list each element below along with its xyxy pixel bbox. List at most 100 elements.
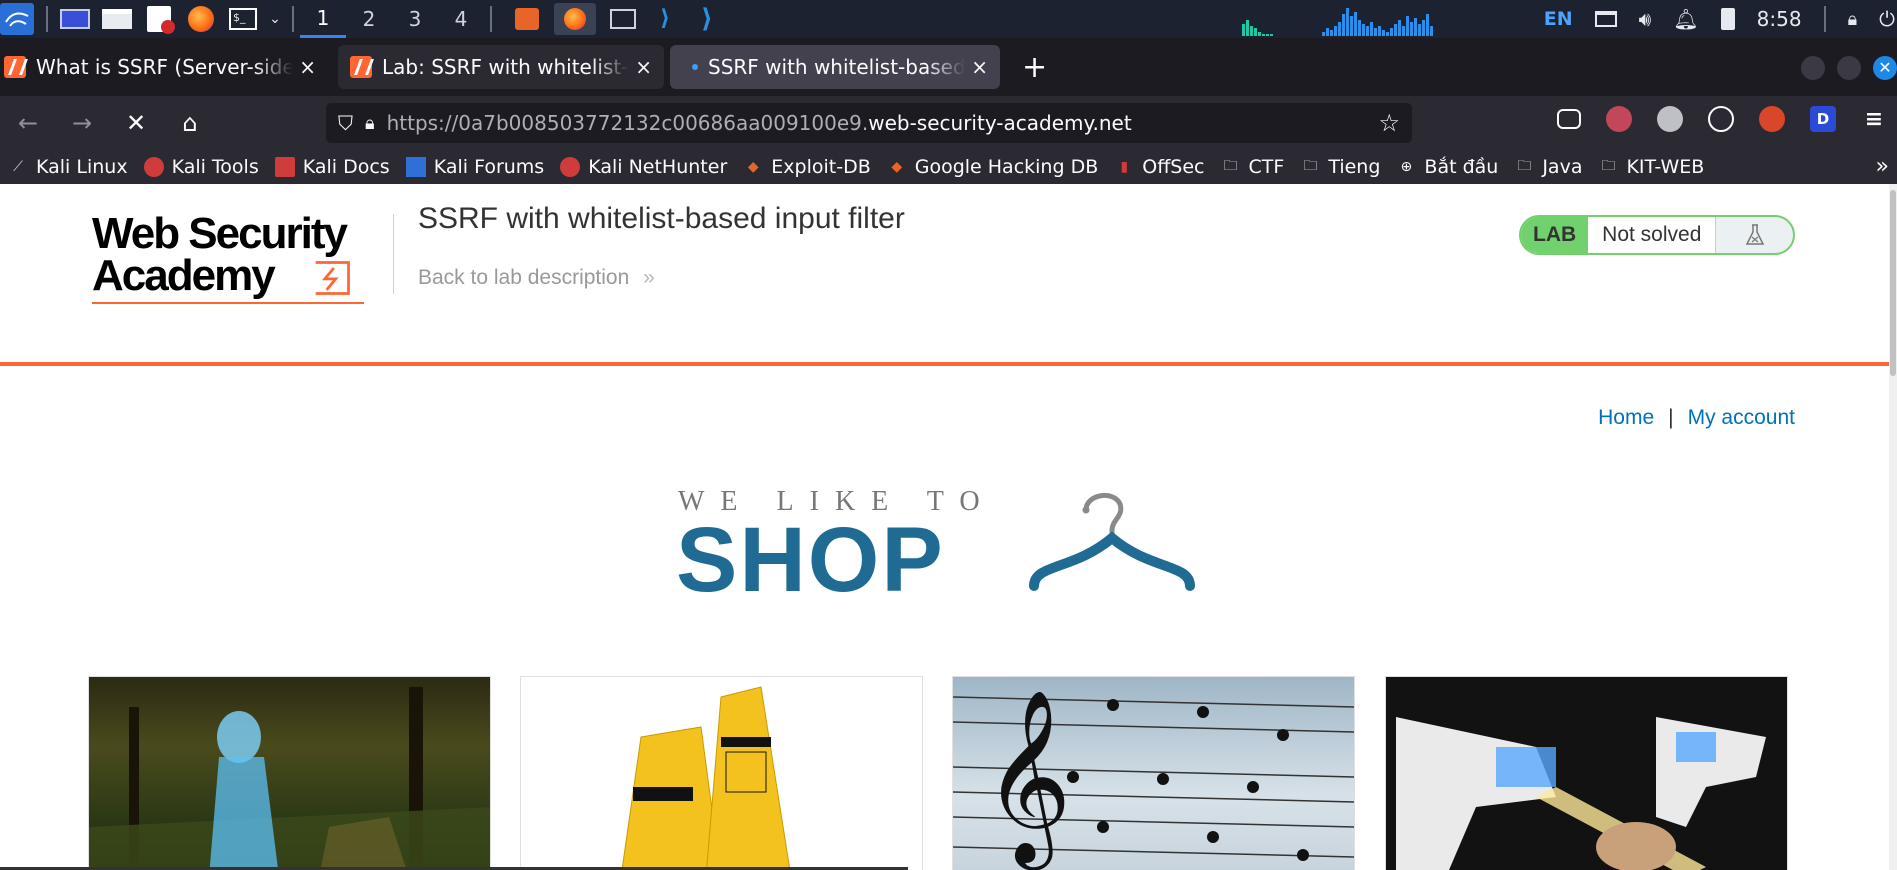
bookmark-star-icon[interactable]: ☆ bbox=[1378, 109, 1400, 137]
extension-red-icon[interactable] bbox=[1759, 106, 1785, 132]
pocket-icon[interactable] bbox=[1557, 109, 1581, 129]
lock-icon[interactable]: 🔒︎ bbox=[1848, 9, 1858, 30]
window-controls: ✕ bbox=[1801, 56, 1897, 80]
bookmark-bat-dau[interactable]: ⊕ Bắt đầu bbox=[1396, 156, 1499, 178]
desktop-icon[interactable] bbox=[60, 6, 90, 32]
maximize-button[interactable] bbox=[1837, 56, 1861, 80]
bookmark-label: Kali NetHunter bbox=[588, 156, 728, 178]
folder-icon: 🗀︎ bbox=[1223, 158, 1238, 174]
keyboard-language[interactable]: EN bbox=[1544, 8, 1573, 30]
minimize-button[interactable] bbox=[1801, 56, 1825, 80]
lock-icon[interactable]: 🔒︎ bbox=[365, 113, 375, 134]
burp-suite-icon[interactable] bbox=[512, 6, 542, 32]
stop-loading-button[interactable]: ✕ bbox=[116, 103, 156, 143]
tab-lab-description[interactable]: Lab: SSRF with whitelist- × bbox=[338, 45, 664, 89]
page-scrollbar[interactable] bbox=[1889, 184, 1897, 870]
workspace-4[interactable]: 4 bbox=[438, 0, 484, 38]
close-tab-icon[interactable]: × bbox=[299, 55, 316, 79]
power-icon[interactable]: ⏻ bbox=[1879, 7, 1895, 31]
bookmark-label: KIT-WEB bbox=[1626, 156, 1705, 178]
bookmark-folder-kit-web[interactable]: 🗀︎ KIT-WEB bbox=[1598, 156, 1704, 178]
new-tab-button[interactable]: + bbox=[1022, 50, 1047, 85]
address-bar[interactable]: ⛉ 🔒︎ https://0a7b008503772132c00686aa009… bbox=[326, 103, 1412, 143]
bookmark-label: Kali Linux bbox=[36, 156, 128, 178]
portswigger-favicon-icon bbox=[350, 56, 372, 78]
close-window-button[interactable]: ✕ bbox=[1873, 56, 1897, 80]
url-prefix: https://0a7b008503772132c00686aa009100e9… bbox=[386, 111, 869, 135]
web-page: Web Security Academy SSRF with whitelist… bbox=[0, 184, 1897, 870]
vscode-icon[interactable]: ⟩ bbox=[650, 6, 680, 32]
back-button[interactable]: ← bbox=[8, 103, 48, 143]
workspace-2[interactable]: 2 bbox=[346, 0, 392, 38]
bookmark-kali-forums[interactable]: Kali Forums bbox=[405, 156, 544, 178]
hanger-icon bbox=[1029, 493, 1195, 591]
bookmark-folder-ctf[interactable]: 🗀︎ CTF bbox=[1221, 156, 1285, 178]
bookmark-kali-linux[interactable]: ⟋ Kali Linux bbox=[8, 156, 128, 178]
battery-icon[interactable] bbox=[1720, 8, 1735, 30]
scrollbar-thumb[interactable] bbox=[1890, 190, 1896, 376]
product-image-hologram[interactable] bbox=[88, 676, 491, 870]
workspace-1[interactable]: 1 bbox=[300, 0, 346, 38]
ghdb-icon: ◆ bbox=[891, 159, 903, 175]
extension-gear-icon[interactable] bbox=[1657, 106, 1683, 132]
bookmark-kali-nethunter[interactable]: Kali NetHunter bbox=[560, 156, 727, 178]
profile-icon[interactable]: D bbox=[1810, 106, 1836, 132]
text-editor-icon[interactable] bbox=[144, 6, 175, 34]
hamburger-menu-icon[interactable]: ≡ bbox=[1861, 106, 1887, 132]
tab-ssrf-article[interactable]: What is SSRF (Server-side × bbox=[0, 45, 328, 89]
bookmark-kali-docs[interactable]: Kali Docs bbox=[274, 156, 390, 178]
music-birds-photo: 𝄞 bbox=[953, 689, 1354, 870]
product-image-caution-signs[interactable] bbox=[520, 676, 923, 870]
bookmark-offsec[interactable]: ▮ OffSec bbox=[1114, 156, 1204, 178]
file-manager-icon[interactable] bbox=[102, 6, 132, 32]
product-image-laser-guns[interactable] bbox=[1385, 676, 1788, 870]
close-tab-icon[interactable]: × bbox=[971, 55, 988, 79]
laser-guns-photo bbox=[1396, 717, 1766, 870]
link-separator: | bbox=[1668, 406, 1674, 429]
home-button[interactable]: ⌂ bbox=[170, 103, 210, 143]
lab-title: SSRF with whitelist-based input filter bbox=[418, 202, 905, 235]
tab-lab-active[interactable]: SSRF with whitelist-based × bbox=[670, 45, 1000, 89]
close-tab-icon[interactable]: × bbox=[635, 55, 652, 79]
logo-bolt-icon bbox=[315, 261, 350, 295]
firefox-icon[interactable] bbox=[186, 6, 216, 32]
svg-text:𝄞: 𝄞 bbox=[983, 689, 1072, 870]
clock[interactable]: 8:58 bbox=[1757, 7, 1802, 31]
back-to-lab-description-link[interactable]: Back to lab description » bbox=[418, 266, 655, 290]
bookmark-label: Google Hacking DB bbox=[914, 156, 1099, 178]
double-chevron-icon: » bbox=[643, 266, 655, 289]
workspace-3[interactable]: 3 bbox=[392, 0, 438, 38]
exploitdb-icon: ◆ bbox=[747, 159, 759, 175]
web-security-academy-logo[interactable]: Web Security Academy bbox=[92, 212, 388, 304]
kali-docs-icon bbox=[274, 157, 295, 177]
lab-status: Not solved bbox=[1588, 217, 1717, 253]
firefox-window-icon[interactable] bbox=[554, 3, 596, 35]
home-link[interactable]: Home bbox=[1598, 406, 1654, 429]
terminal-icon[interactable]: $_ bbox=[228, 6, 258, 32]
terminal-window-icon[interactable] bbox=[608, 6, 638, 32]
more-bookmarks-icon[interactable]: » bbox=[1876, 154, 1889, 179]
bookmark-exploit-db[interactable]: ◆ Exploit-DB bbox=[743, 156, 871, 178]
extension-avatar-icon[interactable] bbox=[1606, 106, 1632, 132]
chevron-down-icon[interactable]: ⌄ bbox=[268, 6, 282, 32]
volume-icon[interactable]: 🔊︎ bbox=[1639, 7, 1652, 31]
logo-line1: Web Security bbox=[92, 209, 348, 258]
forward-button[interactable]: → bbox=[62, 103, 102, 143]
bookmark-folder-tieng[interactable]: 🗀︎ Tieng bbox=[1300, 156, 1380, 178]
shield-icon[interactable]: ⛉ bbox=[338, 111, 353, 135]
system-taskbar: $_ ⌄ 1 2 3 4 ⟩ ⟩ EN 🔊︎ 🔔︎ 8:58 🔒︎ ⏻ bbox=[0, 0, 1897, 38]
lab-status-badge: LAB Not solved bbox=[1519, 215, 1795, 255]
kali-icon: ⟋ bbox=[13, 159, 23, 175]
vscode-window-icon[interactable]: ⟩ bbox=[692, 6, 722, 32]
notification-bell-icon[interactable]: 🔔︎ bbox=[1673, 7, 1698, 31]
back-link-label: Back to lab description bbox=[418, 266, 630, 289]
bookmark-folder-java[interactable]: 🗀︎ Java bbox=[1514, 156, 1582, 178]
bookmark-kali-tools[interactable]: Kali Tools bbox=[143, 156, 259, 178]
bookmark-label: Java bbox=[1542, 156, 1583, 178]
cookie-editor-icon[interactable] bbox=[1708, 106, 1734, 132]
my-account-link[interactable]: My account bbox=[1688, 406, 1795, 429]
product-image-music-birds[interactable]: 𝄞 bbox=[952, 676, 1355, 870]
kali-menu-icon[interactable] bbox=[0, 3, 34, 35]
display-icon[interactable] bbox=[1594, 11, 1617, 27]
bookmark-google-hacking-db[interactable]: ◆ Google Hacking DB bbox=[887, 156, 1099, 178]
